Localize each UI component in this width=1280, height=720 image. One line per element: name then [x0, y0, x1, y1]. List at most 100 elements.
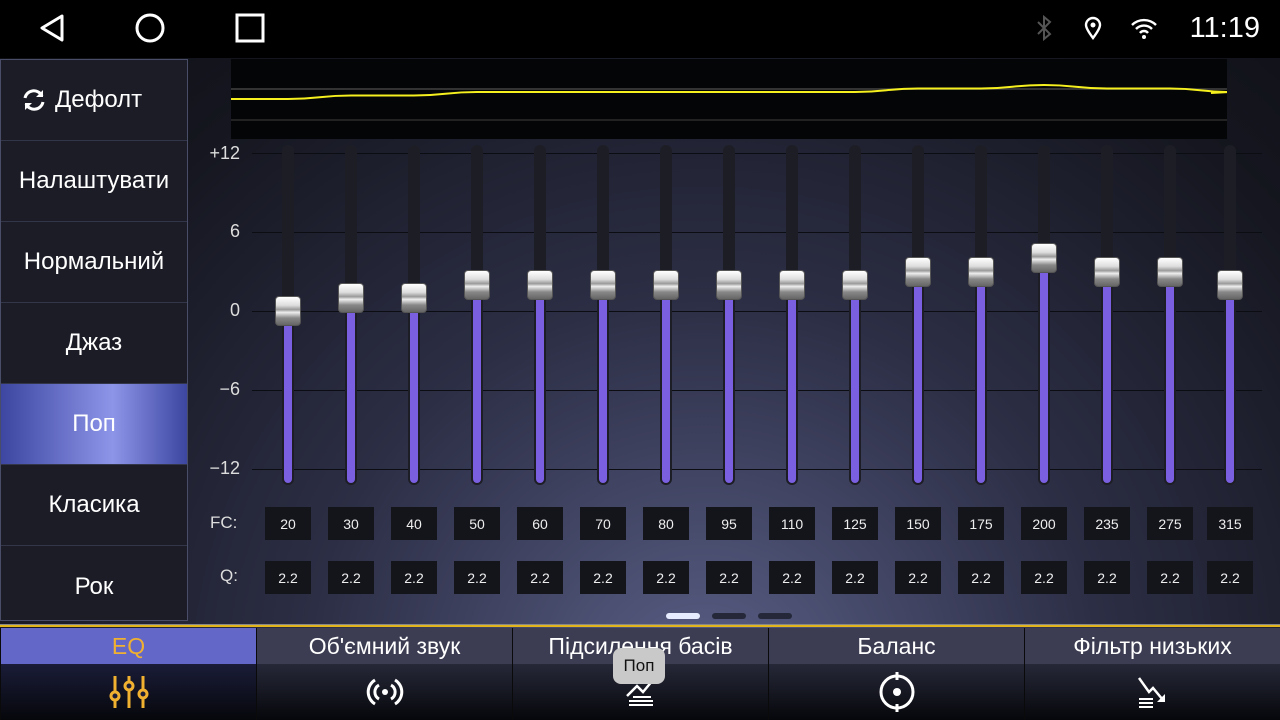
- page-dot[interactable]: [712, 613, 746, 619]
- lowpass-filter-icon: [1137, 677, 1165, 708]
- slider-thumb[interactable]: [1157, 256, 1183, 287]
- slider-fill: [977, 271, 985, 483]
- fc-value-box[interactable]: 80: [643, 507, 689, 540]
- fc-value-box[interactable]: 95: [706, 507, 752, 540]
- tab-eq[interactable]: EQ: [0, 628, 256, 720]
- page-dot[interactable]: [666, 613, 700, 619]
- preset-custom[interactable]: Налаштувати: [1, 141, 187, 222]
- slider-thumb[interactable]: [464, 269, 490, 300]
- recents-icon[interactable]: [234, 12, 266, 44]
- scale-label: −12: [209, 458, 240, 478]
- preset-normal[interactable]: Нормальний: [1, 222, 187, 303]
- q-value-box[interactable]: 2.2: [1147, 561, 1193, 594]
- refresh-icon: [23, 89, 45, 111]
- slider-fill: [536, 284, 544, 483]
- preset-jazz[interactable]: Джаз: [1, 303, 187, 384]
- q-value-box[interactable]: 2.2: [643, 561, 689, 594]
- q-value-box[interactable]: 2.2: [1207, 561, 1253, 594]
- surround-icon: [366, 678, 403, 706]
- tab-lowpass-filter[interactable]: Фільтр низьких: [1024, 628, 1280, 720]
- fc-value-box[interactable]: 30: [328, 507, 374, 540]
- q-value-box[interactable]: 2.2: [958, 561, 1004, 594]
- slider-thumb[interactable]: [1094, 256, 1120, 287]
- preset-label: Дефолт: [55, 86, 143, 113]
- page-indicator: [666, 613, 792, 619]
- back-icon[interactable]: [36, 12, 68, 44]
- fc-value-box[interactable]: 235: [1084, 507, 1130, 540]
- fc-value-box[interactable]: 70: [580, 507, 626, 540]
- slider-fill: [284, 311, 292, 483]
- slider-fill: [599, 284, 607, 483]
- preset-sidebar: Дефолт Налаштувати Нормальний Джаз Поп К…: [0, 59, 188, 621]
- slider-thumb[interactable]: [590, 269, 616, 300]
- slider-thumb[interactable]: [338, 282, 364, 313]
- preset-rock[interactable]: Рок: [1, 546, 187, 627]
- tab-balance[interactable]: Баланс: [768, 628, 1024, 720]
- slider-thumb[interactable]: [779, 269, 805, 300]
- tab-surround[interactable]: Об'ємний звук: [256, 628, 512, 720]
- q-value-box[interactable]: 2.2: [706, 561, 752, 594]
- slider-thumb[interactable]: [842, 269, 868, 300]
- slider-thumb[interactable]: [716, 269, 742, 300]
- slider-thumb[interactable]: [653, 269, 679, 300]
- scale-label: 0: [229, 300, 240, 320]
- slider-fill: [410, 297, 418, 483]
- q-value-box[interactable]: 2.2: [1084, 561, 1130, 594]
- slider-thumb[interactable]: [968, 256, 994, 287]
- slider-thumb[interactable]: [275, 296, 301, 326]
- q-value-box[interactable]: 2.2: [1021, 561, 1067, 594]
- tab-label: Баланс: [769, 628, 1024, 664]
- fc-value-box[interactable]: 20: [265, 507, 311, 540]
- slider-fill: [725, 284, 733, 483]
- slider-thumb[interactable]: [527, 269, 553, 300]
- fc-value-box[interactable]: 275: [1147, 507, 1193, 540]
- fc-value-box[interactable]: 200: [1021, 507, 1067, 540]
- fc-value-box[interactable]: 40: [391, 507, 437, 540]
- q-value-box[interactable]: 2.2: [769, 561, 815, 594]
- q-value-box[interactable]: 2.2: [328, 561, 374, 594]
- slider-thumb[interactable]: [1031, 243, 1057, 274]
- fc-value-box[interactable]: 125: [832, 507, 878, 540]
- q-value-box[interactable]: 2.2: [895, 561, 941, 594]
- preset-classic[interactable]: Класика: [1, 465, 187, 546]
- slider-fill: [788, 284, 796, 483]
- scale-label: −6: [219, 379, 240, 399]
- balance-icon: [879, 672, 914, 712]
- fc-value-box[interactable]: 175: [958, 507, 1004, 540]
- fc-value-box[interactable]: 50: [454, 507, 500, 540]
- home-icon[interactable]: [134, 12, 166, 44]
- fc-value-box[interactable]: 150: [895, 507, 941, 540]
- bluetooth-icon: [1037, 15, 1052, 41]
- tab-label: Фільтр низьких: [1025, 628, 1280, 664]
- slider-thumb[interactable]: [401, 282, 427, 313]
- status-bar: 11:19: [0, 0, 1280, 58]
- location-icon: [1084, 16, 1102, 41]
- fc-value-box[interactable]: 315: [1207, 507, 1253, 540]
- slider-fill: [1226, 284, 1234, 483]
- fc-value-box[interactable]: 110: [769, 507, 815, 540]
- wifi-icon: [1131, 18, 1157, 39]
- q-value-box[interactable]: 2.2: [580, 561, 626, 594]
- q-value-box[interactable]: 2.2: [265, 561, 311, 594]
- equalizer-icon: [109, 676, 148, 708]
- tab-label: Об'ємний звук: [257, 628, 512, 664]
- preset-pop[interactable]: Поп: [1, 384, 187, 465]
- q-label: Q:: [220, 566, 238, 585]
- q-value-box[interactable]: 2.2: [832, 561, 878, 594]
- q-value-box[interactable]: 2.2: [517, 561, 563, 594]
- toast-message: Поп: [613, 648, 665, 684]
- slider-thumb[interactable]: [1217, 269, 1243, 300]
- slider-fill: [347, 297, 355, 483]
- slider-thumb[interactable]: [905, 256, 931, 287]
- fc-value-box[interactable]: 60: [517, 507, 563, 540]
- page-dot[interactable]: [758, 613, 792, 619]
- scale-label: +12: [209, 143, 240, 163]
- q-value-box[interactable]: 2.2: [391, 561, 437, 594]
- slider-fill: [662, 284, 670, 483]
- q-value-box[interactable]: 2.2: [454, 561, 500, 594]
- preset-default[interactable]: Дефолт: [1, 60, 187, 141]
- fc-label: FC:: [210, 513, 238, 532]
- slider-fill: [851, 284, 859, 483]
- eq-response-curve: [231, 59, 1231, 139]
- slider-fill: [1040, 258, 1048, 483]
